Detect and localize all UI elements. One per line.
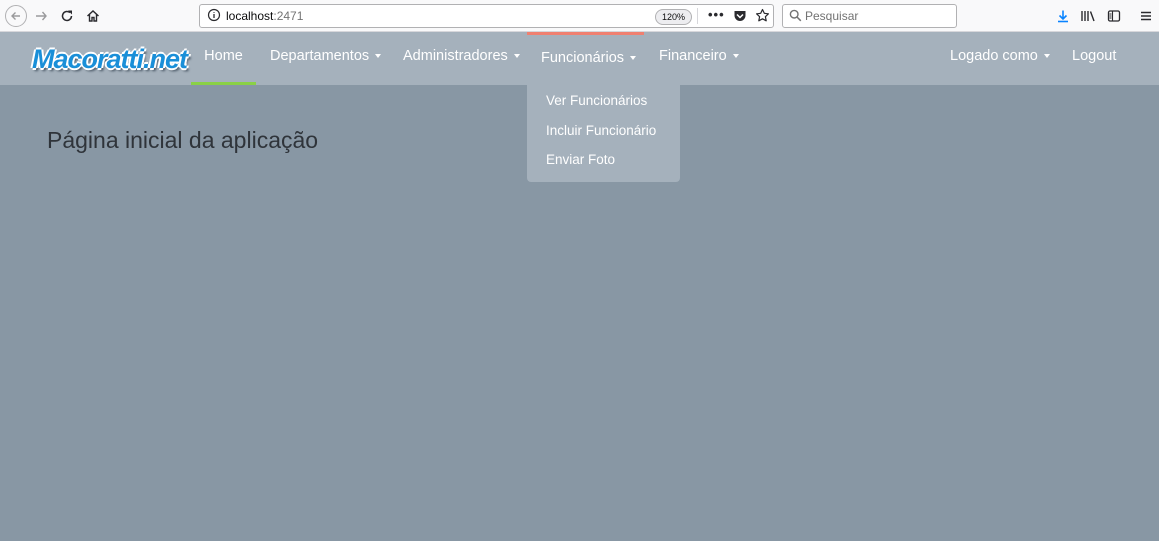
nav-home-label: Home — [204, 48, 243, 64]
funcionarios-dropdown-menu: Ver Funcionários Incluir Funcionário Env… — [527, 85, 680, 182]
nav-logout-label: Logout — [1072, 48, 1117, 64]
search-icon — [789, 9, 802, 27]
address-bar[interactable]: localhost:2471 120% ••• — [199, 4, 774, 28]
browser-toolbar: localhost:2471 120% ••• — [0, 0, 1159, 32]
reload-icon[interactable] — [57, 6, 77, 26]
brand-logo[interactable]: Macoratti.net — [32, 44, 188, 75]
sidebar-icon[interactable] — [1104, 6, 1124, 26]
forward-icon[interactable] — [31, 6, 51, 26]
caret-down-icon — [732, 54, 739, 59]
nav-logged-as[interactable]: Logado como — [950, 32, 1050, 85]
home-icon[interactable] — [83, 6, 103, 26]
page-title: Página inicial da aplicação — [47, 127, 319, 153]
menu-item-ver-funcionarios[interactable]: Ver Funcionários — [546, 93, 647, 108]
caret-down-icon — [375, 54, 382, 59]
caret-down-icon — [1043, 54, 1050, 59]
nav-departamentos[interactable]: Departamentos — [270, 32, 382, 85]
nav-administradores[interactable]: Administradores — [403, 32, 520, 85]
search-input[interactable] — [805, 7, 950, 24]
star-icon[interactable] — [755, 8, 770, 28]
menu-item-incluir-funcionario[interactable]: Incluir Funcionário — [546, 123, 656, 138]
caret-down-icon — [513, 54, 520, 59]
library-icon[interactable] — [1078, 6, 1098, 26]
url-port: :2471 — [273, 9, 304, 23]
more-icon[interactable]: ••• — [708, 7, 725, 22]
nav-administradores-label: Administradores — [403, 48, 508, 64]
info-icon[interactable] — [207, 8, 221, 27]
nav-home[interactable]: Home — [191, 32, 256, 85]
back-icon[interactable] — [5, 5, 27, 27]
zoom-indicator[interactable]: 120% — [655, 9, 693, 25]
address-bar-divider — [697, 8, 698, 24]
pocket-icon[interactable] — [733, 9, 747, 28]
menu-icon[interactable] — [1136, 6, 1156, 26]
url-text: localhost:2471 — [226, 9, 303, 23]
nav-logged-as-label: Logado como — [950, 48, 1038, 64]
menu-item-enviar-foto[interactable]: Enviar Foto — [546, 152, 615, 167]
url-host: localhost — [226, 9, 274, 23]
nav-funcionarios[interactable]: Funcionários — [527, 32, 644, 85]
nav-departamentos-label: Departamentos — [270, 48, 370, 64]
nav-financeiro-label: Financeiro — [659, 48, 727, 64]
nav-funcionarios-label: Funcionários — [541, 50, 625, 66]
download-icon[interactable] — [1053, 6, 1073, 26]
nav-logout[interactable]: Logout — [1072, 32, 1116, 85]
caret-down-icon — [630, 56, 637, 61]
nav-financeiro[interactable]: Financeiro — [659, 32, 739, 85]
search-box[interactable] — [782, 4, 957, 28]
